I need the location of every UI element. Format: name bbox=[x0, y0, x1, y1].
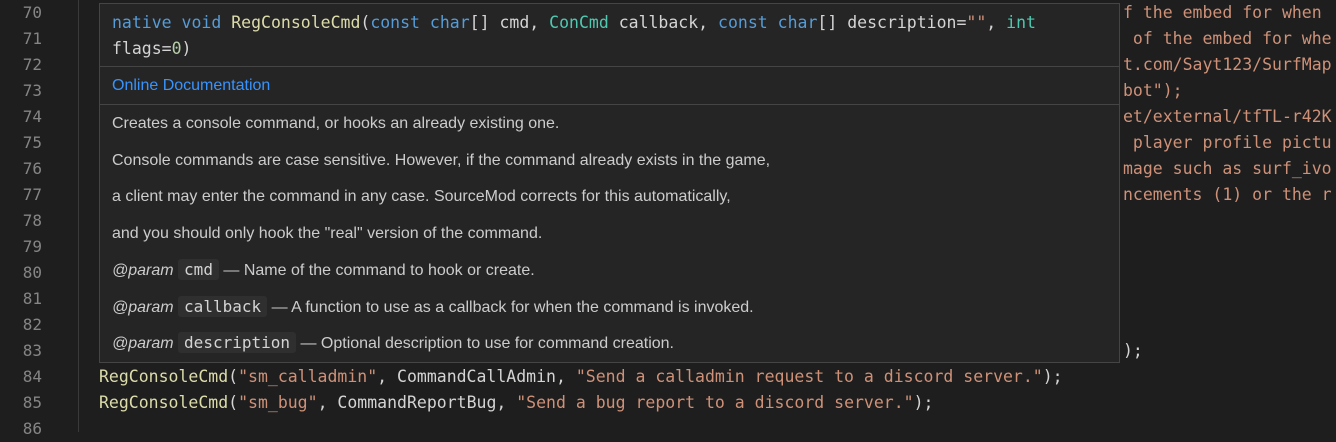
code-fragment[interactable]: f the embed for when bbox=[1123, 0, 1332, 26]
code-fragment[interactable]: ncements (1) or the r bbox=[1123, 182, 1332, 208]
doc-line: and you should only hook the "real" vers… bbox=[112, 224, 543, 242]
keyword: void bbox=[181, 13, 222, 32]
string-literal: "Send a calladmin request to a discord s… bbox=[575, 367, 1043, 386]
callback-arg: , CommandReportBug, bbox=[317, 393, 517, 412]
line-number: 84 bbox=[22, 367, 42, 386]
param-name: cmd bbox=[178, 259, 219, 280]
keyword: const bbox=[370, 13, 420, 32]
keyword: native bbox=[112, 13, 172, 32]
code-line-85[interactable]: RegConsoleCmd("sm_bug", CommandReportBug… bbox=[99, 390, 933, 416]
param-tag: @param bbox=[112, 335, 174, 352]
code-fragment[interactable]: t.com/Sayt123/SurfMap bbox=[1123, 52, 1332, 78]
param-name: callback bbox=[178, 295, 268, 317]
hover-tooltip[interactable]: native void RegConsoleCmd(const char[] c… bbox=[99, 3, 1120, 363]
line-number: 74 bbox=[22, 107, 42, 126]
line-number: 75 bbox=[22, 133, 42, 152]
function-signature: native void RegConsoleCmd(const char[] c… bbox=[100, 4, 1119, 66]
doc-line: a client may enter the command in any ca… bbox=[112, 188, 731, 205]
code-fragment[interactable]: et/external/tfTL-r42K bbox=[1123, 104, 1332, 130]
code-fragment[interactable]: mage such as surf_ivo bbox=[1123, 156, 1332, 182]
param-text: flags= bbox=[112, 39, 172, 58]
string-literal: "sm_calladmin" bbox=[238, 367, 378, 386]
callback-arg: , CommandCallAdmin, bbox=[377, 367, 576, 386]
line-number: 73 bbox=[22, 81, 42, 100]
indent-guide bbox=[78, 0, 79, 432]
param-line: @param cmd — Name of the command to hook… bbox=[112, 255, 1107, 292]
line-number: 70 bbox=[22, 3, 42, 22]
param-desc: — Name of the command to hook or create. bbox=[223, 262, 535, 279]
line-number: 81 bbox=[22, 289, 42, 308]
keyword: const bbox=[718, 13, 768, 32]
function-name: RegConsoleCmd bbox=[99, 393, 229, 412]
type-keyword: char bbox=[777, 13, 818, 32]
paren: ); bbox=[1042, 367, 1063, 386]
line-number: 82 bbox=[22, 315, 42, 334]
line-number: 72 bbox=[22, 55, 42, 74]
type-name: int bbox=[1006, 13, 1036, 32]
default-value: 0 bbox=[171, 39, 182, 58]
line-number: 86 bbox=[22, 419, 42, 438]
type-name: ConCmd bbox=[549, 13, 609, 32]
param-desc: — Optional description to use for comman… bbox=[300, 335, 674, 352]
param-line: @param callback — A function to use as a… bbox=[112, 292, 1107, 329]
line-number: 83 bbox=[22, 341, 42, 360]
line-number: 76 bbox=[22, 159, 42, 178]
line-number: 85 bbox=[22, 393, 42, 412]
documentation-body: Creates a console command, or hooks an a… bbox=[100, 105, 1119, 365]
param-name: description bbox=[178, 332, 297, 353]
online-documentation-link[interactable]: Online Documentation bbox=[100, 67, 1119, 104]
paren: ( bbox=[228, 393, 239, 412]
line-number: 78 bbox=[22, 211, 42, 230]
string-literal: "Send a bug report to a discord server." bbox=[516, 393, 914, 412]
line-number: 80 bbox=[22, 263, 42, 282]
paren: ( bbox=[228, 367, 239, 386]
param-desc: — A function to use as a callback for wh… bbox=[271, 298, 754, 316]
string-literal: "sm_bug" bbox=[238, 393, 318, 412]
paren: ); bbox=[913, 393, 934, 412]
function-name: RegConsoleCmd bbox=[231, 13, 361, 32]
default-value: "" bbox=[966, 13, 987, 32]
code-fragment[interactable]: player profile pictu bbox=[1123, 130, 1332, 156]
line-number: 71 bbox=[22, 29, 42, 48]
param-text: callback, bbox=[608, 13, 719, 32]
param-tag: @param bbox=[112, 262, 174, 279]
code-fragment[interactable]: ); bbox=[1123, 338, 1143, 364]
separator: , bbox=[986, 13, 1007, 32]
code-line-84[interactable]: RegConsoleCmd("sm_calladmin", CommandCal… bbox=[99, 364, 1063, 390]
line-number: 79 bbox=[22, 237, 42, 256]
param-line: @param description — Optional descriptio… bbox=[112, 328, 1107, 365]
param-tag: @param bbox=[112, 298, 174, 316]
paren: ) bbox=[181, 39, 192, 58]
function-name: RegConsoleCmd bbox=[99, 367, 229, 386]
param-text: [] cmd, bbox=[469, 13, 550, 32]
param-text: [] description= bbox=[817, 13, 967, 32]
type-keyword: char bbox=[429, 13, 470, 32]
doc-line: Creates a console command, or hooks an a… bbox=[112, 115, 560, 132]
line-number: 77 bbox=[22, 185, 42, 204]
code-fragment[interactable]: bot"); bbox=[1123, 78, 1183, 104]
paren: ( bbox=[360, 13, 371, 32]
code-fragment[interactable]: of the embed for whe bbox=[1123, 26, 1332, 52]
doc-line: Console commands are case sensitive. How… bbox=[112, 151, 771, 169]
